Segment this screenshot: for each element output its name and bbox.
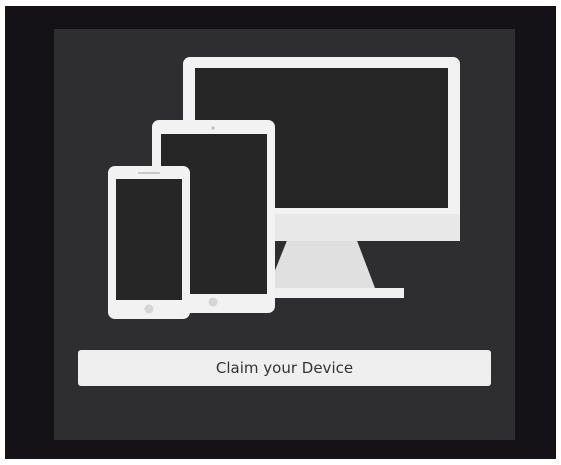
devices-illustration [108,57,460,319]
claim-device-button[interactable]: Claim your Device [78,350,491,386]
phone-icon [108,166,190,319]
